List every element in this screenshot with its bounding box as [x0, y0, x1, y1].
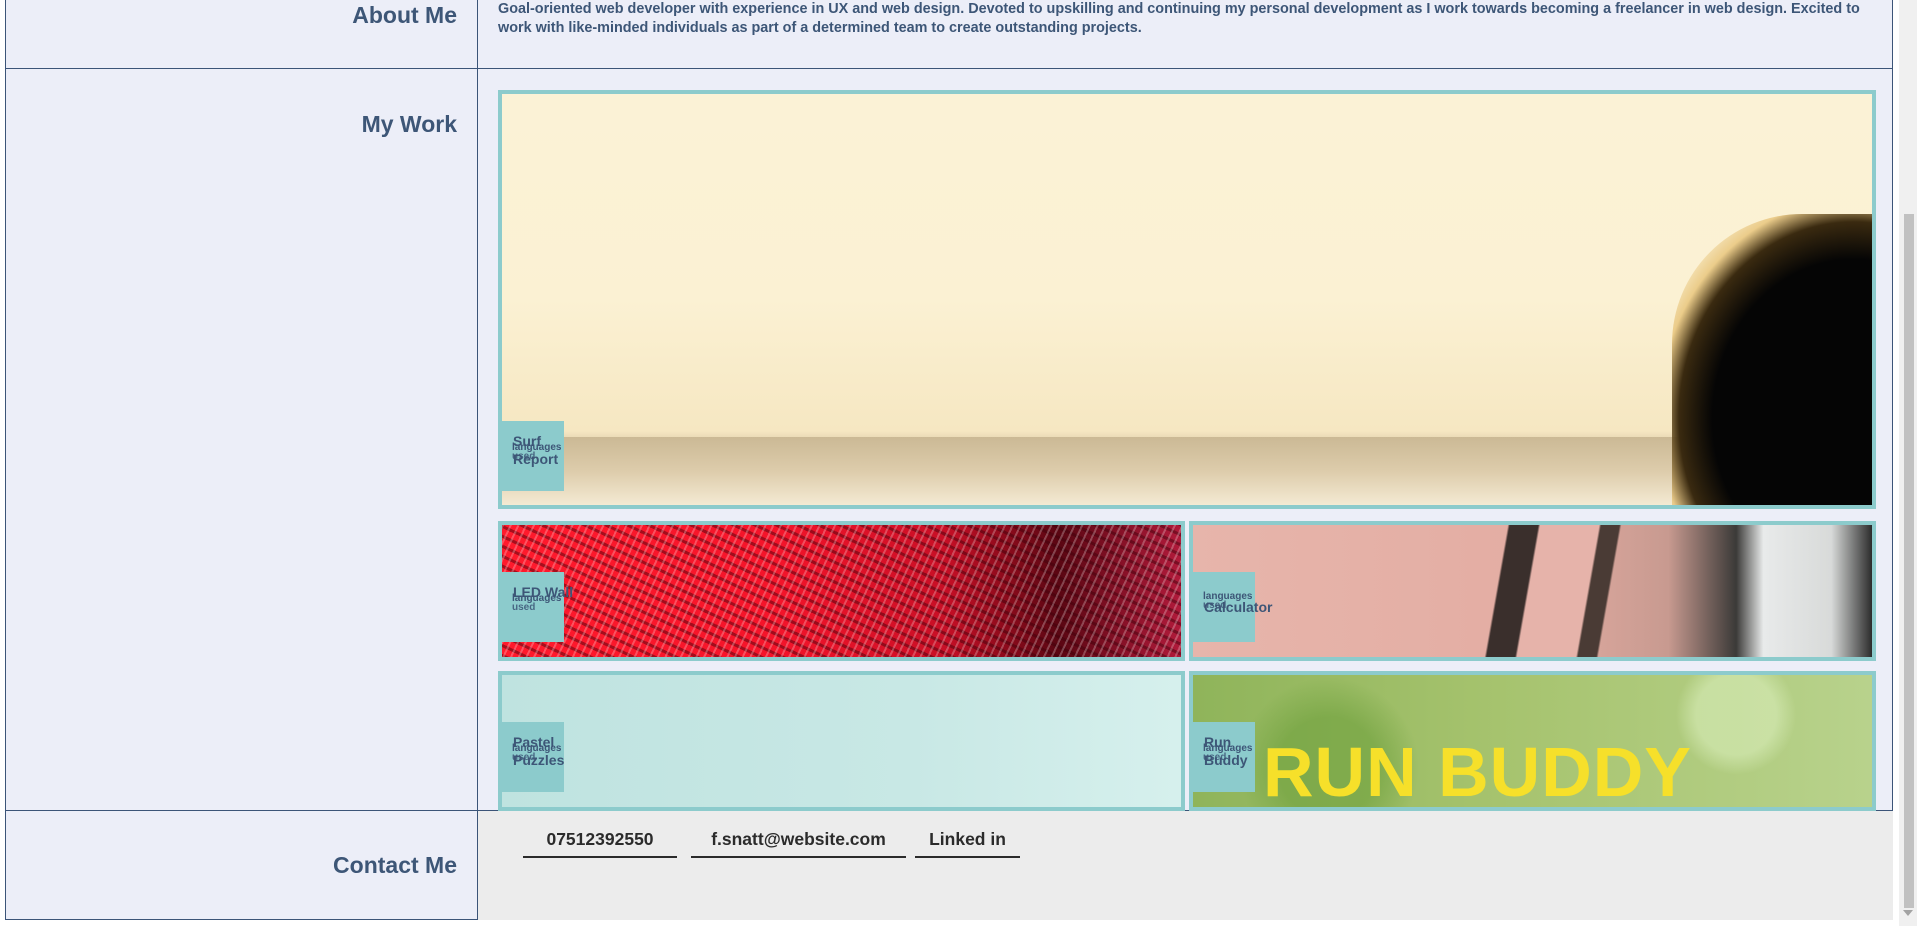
about-text: Goal-oriented web developer with experie…: [498, 1, 1860, 36]
calculator-image: [1193, 525, 1872, 657]
about-section: About Me Goal-oriented web developer wit…: [5, 0, 1893, 69]
linkedin-link[interactable]: Linked in: [915, 827, 1020, 858]
about-heading: About Me: [352, 2, 457, 28]
page: About Me Goal-oriented web developer wit…: [0, 0, 1893, 926]
phone-link[interactable]: 07512392550: [523, 827, 677, 858]
run-buddy-banner: RUN BUDDY: [1263, 733, 1692, 811]
scrollbar-thumb[interactable]: [1904, 214, 1914, 908]
work-label-column: My Work: [6, 69, 478, 810]
project-used: used: [1203, 752, 1227, 763]
contact-label-column: Contact Me: [6, 811, 478, 920]
project-card-led-wall[interactable]: LED Wall languages used: [498, 521, 1185, 661]
about-label-column: About Me: [6, 0, 478, 68]
pastel-puzzles-tag: Pastel Puzzles languages used: [502, 722, 564, 792]
work-section: My Work Surf Report languages used LED W…: [5, 69, 1893, 811]
contact-heading: Contact Me: [333, 852, 457, 878]
project-card-pastel-puzzles[interactable]: Pastel Puzzles languages used: [498, 671, 1185, 811]
led-wall-image: [502, 525, 1181, 657]
contact-section: Contact Me 07512392550 f.snatt@website.c…: [5, 811, 1893, 920]
led-wall-tag: LED Wall languages used: [502, 572, 573, 642]
calculator-tag: Calculator languages used: [1193, 572, 1272, 642]
project-card-run-buddy[interactable]: RUN BUDDY Run Buddy languages used: [1189, 671, 1876, 811]
project-used: used: [512, 602, 536, 613]
project-card-surf-report[interactable]: Surf Report languages used: [498, 90, 1876, 509]
run-buddy-tag: Run Buddy languages used: [1193, 722, 1255, 792]
project-used: used: [512, 451, 536, 462]
project-used: used: [512, 752, 536, 763]
surf-report-tag: Surf Report languages used: [502, 421, 564, 491]
project-used: used: [1203, 600, 1227, 611]
project-card-calculator[interactable]: Calculator languages used: [1189, 521, 1876, 661]
pastel-puzzles-image: [502, 675, 1181, 807]
surf-report-silhouette: [1672, 214, 1872, 505]
scroll-down-arrow-icon[interactable]: [1903, 910, 1913, 916]
work-heading: My Work: [361, 111, 457, 137]
email-link[interactable]: f.snatt@website.com: [691, 827, 906, 858]
vertical-scrollbar[interactable]: [1899, 0, 1917, 926]
surf-report-sea: [502, 437, 1872, 505]
